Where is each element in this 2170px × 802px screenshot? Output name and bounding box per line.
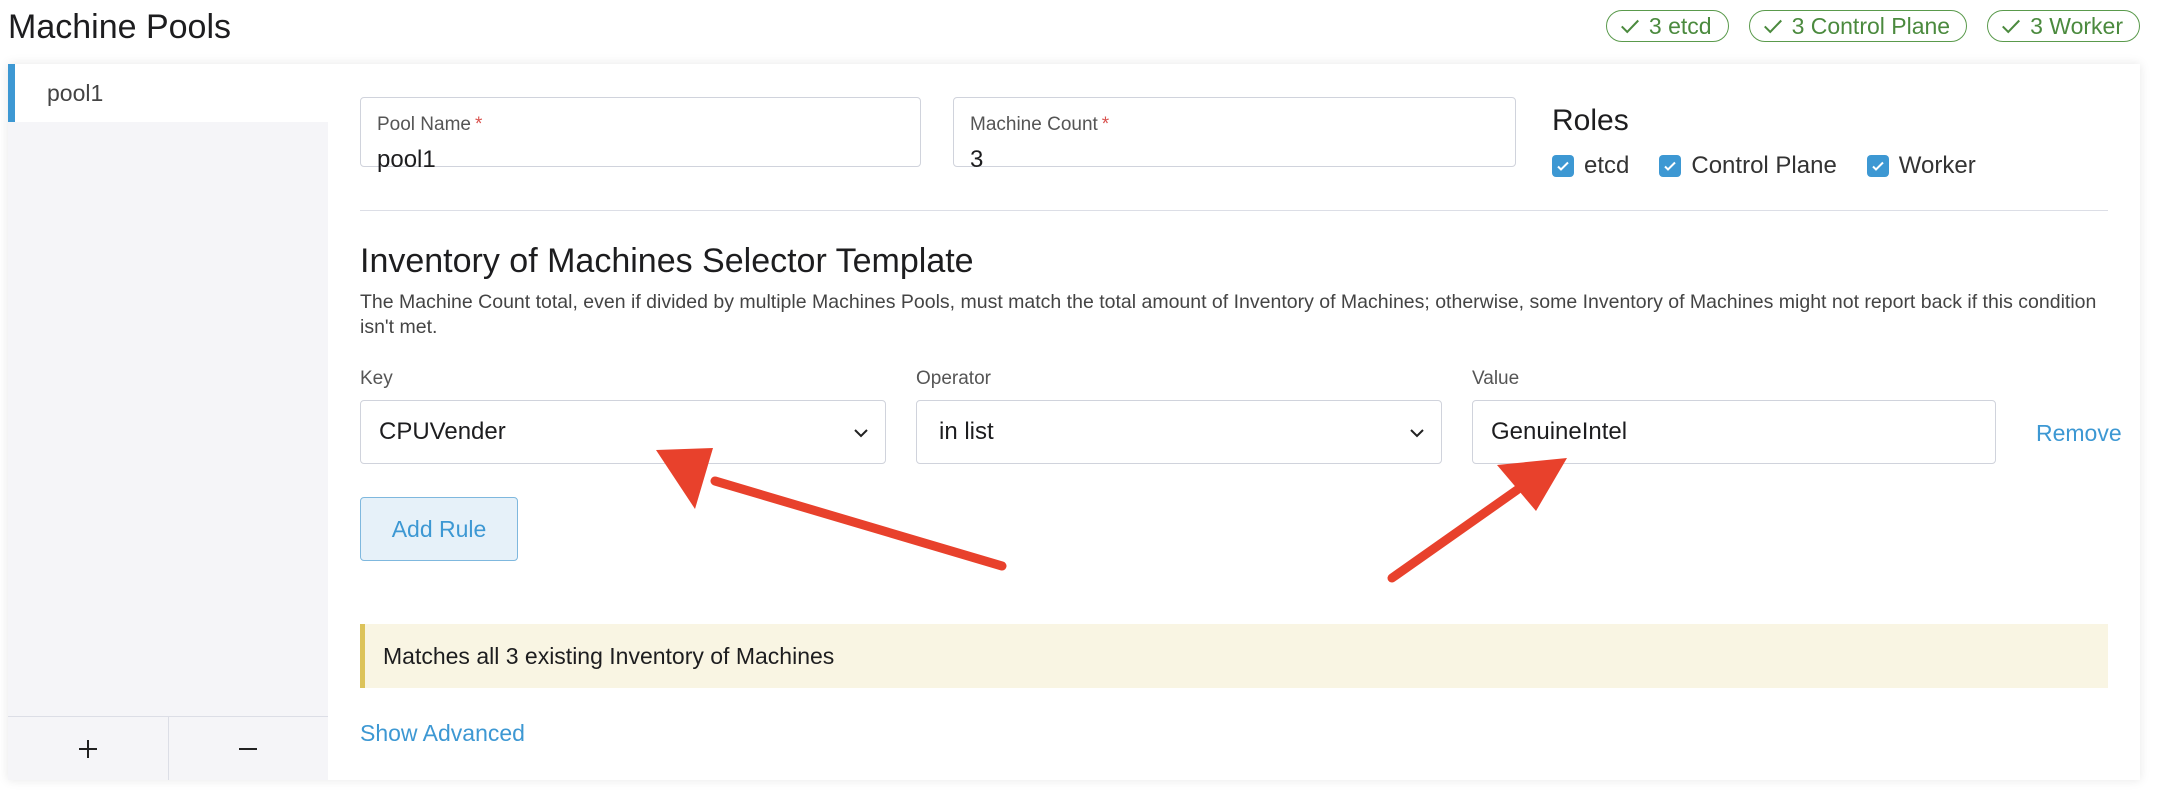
chevron-down-icon xyxy=(1410,429,1424,438)
sidebar-item-label: pool1 xyxy=(47,79,104,106)
rule-key-select[interactable]: CPUVender xyxy=(360,400,886,464)
checkbox-checked-icon[interactable] xyxy=(1552,155,1574,177)
machine-count-label: Machine Count * xyxy=(970,114,1110,135)
pool-name-label: Pool Name * xyxy=(377,114,483,135)
rule-key-value: CPUVender xyxy=(379,418,506,445)
machine-pools-panel: pool1 Pool Name * pool1 Machine Count * 3 … xyxy=(8,64,2140,780)
required-marker: * xyxy=(1101,114,1110,135)
badge-etcd-label: 3 etcd xyxy=(1648,12,1712,39)
selector-section-title: Inventory of Machines Selector Template xyxy=(360,242,974,280)
checkbox-checked-icon[interactable] xyxy=(1866,155,1889,177)
role-worker-checkbox[interactable]: Worker xyxy=(1866,152,1976,180)
role-etcd-checkbox[interactable]: etcd xyxy=(1552,152,1629,180)
pool-sidebar: pool1 xyxy=(8,64,328,780)
rule-operator-select[interactable]: in list xyxy=(916,400,1442,464)
machine-count-field[interactable]: Machine Count * 3 xyxy=(953,97,1516,173)
plus-icon xyxy=(78,739,97,758)
sidebar-item-pool1[interactable]: pool1 xyxy=(8,64,328,122)
badge-control-plane: 3 Control Plane xyxy=(1748,10,1968,42)
machine-count-input[interactable]: 3 xyxy=(970,146,983,174)
add-pool-button[interactable] xyxy=(8,717,168,780)
role-control-plane-checkbox[interactable]: Control Plane xyxy=(1659,152,1837,180)
pool-name-input[interactable]: pool1 xyxy=(377,146,436,174)
pool-detail: Pool Name * pool1 Machine Count * 3 Roles … xyxy=(360,64,2122,780)
match-info-banner: Matches all 3 existing Inventory of Mach… xyxy=(360,624,2108,688)
section-divider xyxy=(360,210,2108,211)
show-advanced-link[interactable]: Show Advanced xyxy=(360,720,525,747)
role-worker-label: Worker xyxy=(1898,152,1976,179)
operator-column-label: Operator xyxy=(916,368,991,389)
badge-worker: 3 Worker xyxy=(1987,10,2140,42)
key-column-label: Key xyxy=(360,368,393,389)
role-control-plane-label: Control Plane xyxy=(1691,152,1837,179)
roles-title: Roles xyxy=(1552,104,1629,137)
check-icon xyxy=(1620,19,1639,34)
roles-list: etcd Control Plane Worker xyxy=(1552,152,1976,180)
role-badges: 3 etcd 3 Control Plane 3 Worker xyxy=(1605,10,2140,42)
check-icon xyxy=(1763,19,1782,34)
page-title: Machine Pools xyxy=(8,8,232,46)
badge-etcd: 3 etcd xyxy=(1605,10,1729,42)
add-rule-button[interactable]: Add Rule xyxy=(360,497,518,561)
value-column-label: Value xyxy=(1472,368,1520,389)
badge-control-plane-label: 3 Control Plane xyxy=(1791,12,1951,39)
rule-value-text: GenuineIntel xyxy=(1491,418,1628,445)
role-etcd-label: etcd xyxy=(1584,152,1630,179)
chevron-down-icon xyxy=(854,429,868,438)
remove-rule-link[interactable]: Remove xyxy=(2036,420,2122,447)
match-info-text: Matches all 3 existing Inventory of Mach… xyxy=(383,642,835,669)
rule-operator-value: in list xyxy=(939,418,994,445)
required-marker: * xyxy=(475,114,483,135)
sidebar-footer xyxy=(8,716,328,780)
pool-name-field[interactable]: Pool Name * pool1 xyxy=(360,97,921,173)
rule-value-input[interactable]: GenuineIntel xyxy=(1472,400,1996,464)
selector-description: The Machine Count total, even if divided… xyxy=(360,291,2097,338)
remove-pool-button[interactable] xyxy=(167,717,329,780)
badge-worker-label: 3 Worker xyxy=(2030,12,2123,39)
check-icon xyxy=(2002,19,2021,34)
checkbox-checked-icon[interactable] xyxy=(1659,155,1682,177)
minus-icon xyxy=(239,747,258,750)
